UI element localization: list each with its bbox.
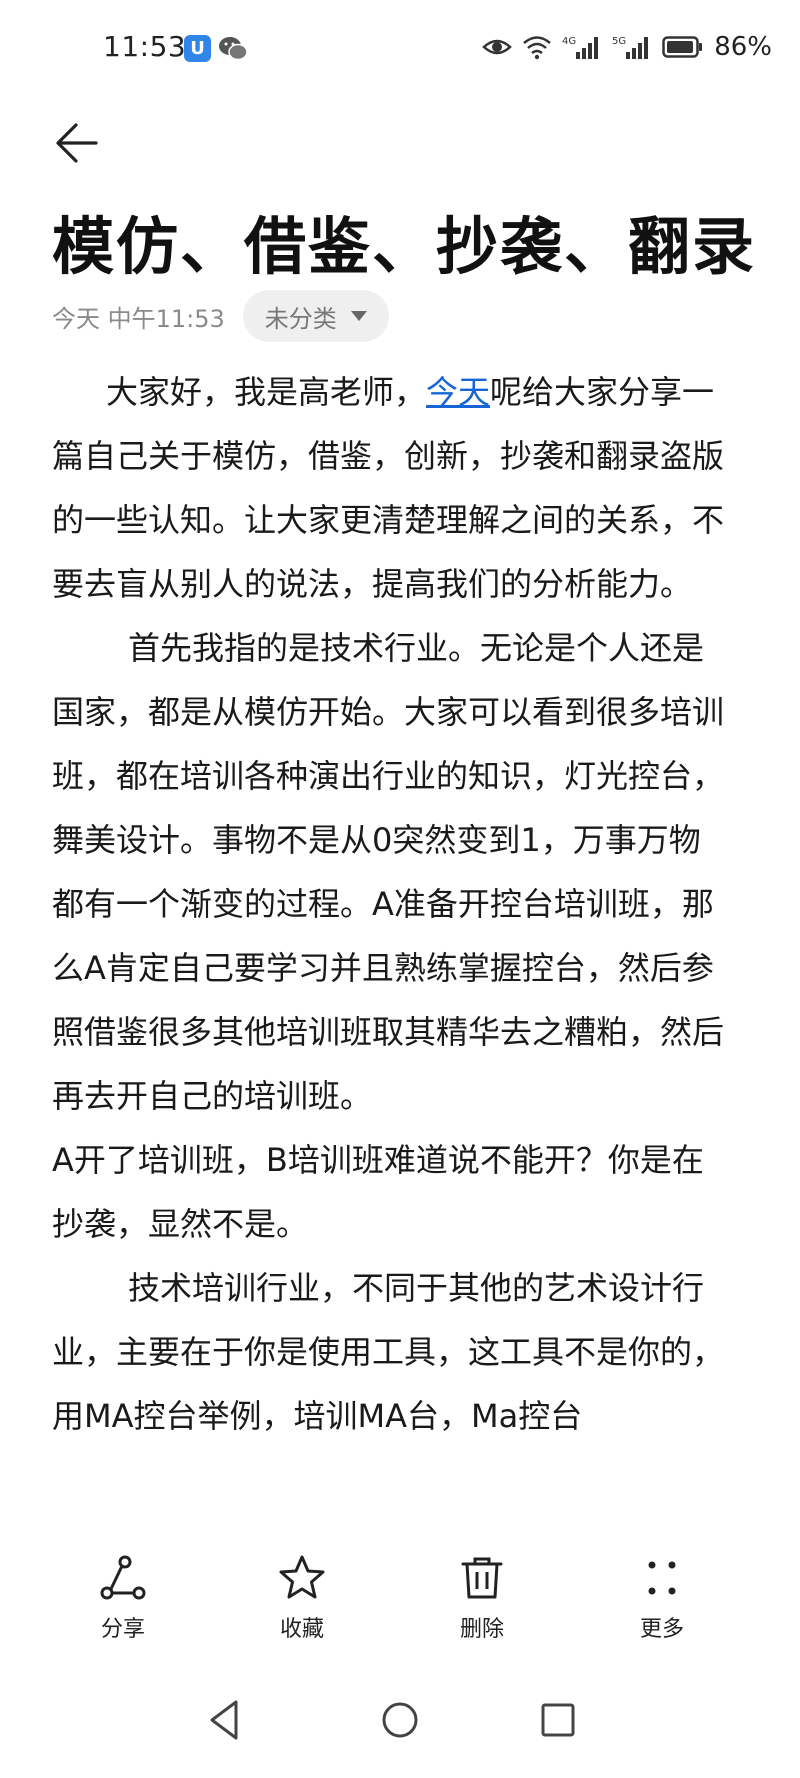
more-label: 更多 bbox=[639, 1617, 684, 1642]
bottom-toolbar: 分享 收藏 删除 更多 bbox=[0, 1535, 800, 1655]
delete-button[interactable]: 删除 bbox=[422, 1553, 542, 1643]
paragraph-4: 技术培训行业，不同于其他的艺术设计行业，主要在于你是使用工具，这工具不是你的，用… bbox=[52, 1269, 725, 1435]
favorite-label: 收藏 bbox=[279, 1617, 324, 1642]
trash-icon bbox=[461, 1557, 503, 1599]
wifi-icon bbox=[523, 36, 552, 60]
share-icon bbox=[100, 1555, 146, 1600]
nav-recents-icon[interactable] bbox=[533, 1695, 583, 1745]
status-time: 11:53 bbox=[103, 30, 187, 63]
battery-icon bbox=[662, 36, 703, 58]
signal-4g-icon: 4G bbox=[562, 36, 599, 59]
share-label: 分享 bbox=[100, 1617, 145, 1642]
more-button[interactable]: 更多 bbox=[602, 1553, 722, 1643]
app-notification-icon: U bbox=[184, 35, 211, 62]
dropdown-caret-icon bbox=[350, 311, 367, 321]
status-bar: 11:53 U 4G 5G 86% bbox=[0, 0, 800, 100]
network-label-4g: 4G bbox=[562, 36, 576, 47]
eye-icon bbox=[482, 39, 513, 55]
date-link[interactable]: 今天 bbox=[426, 373, 490, 411]
more-dots-icon bbox=[648, 1561, 676, 1595]
paragraph-3: A开了培训班，B培训班难道说不能开？你是在抄袭，显然不是。 bbox=[52, 1141, 704, 1243]
note-meta: 今天 中午11:53 未分类 bbox=[52, 290, 389, 342]
paragraph-2: 首先我指的是技术行业。无论是个人还是国家，都是从模仿开始。大家可以看到很多培训班… bbox=[52, 629, 725, 1115]
nav-home-icon[interactable] bbox=[375, 1695, 425, 1745]
category-dropdown[interactable]: 未分类 bbox=[242, 290, 389, 342]
star-icon bbox=[279, 1555, 325, 1599]
wechat-icon bbox=[219, 37, 248, 61]
network-label-5g: 5G bbox=[612, 36, 626, 47]
note-title[interactable]: 模仿、借鉴、抄袭、翻录 bbox=[52, 196, 772, 286]
category-label: 未分类 bbox=[264, 304, 337, 333]
paragraph-1: 大家好，我是高老师，今天呢给大家分享一篇自己关于模仿，借鉴，创新，抄袭和翻录盗版… bbox=[52, 360, 732, 616]
back-arrow-icon[interactable] bbox=[52, 115, 108, 171]
system-nav-bar bbox=[0, 1660, 800, 1778]
nav-back-icon[interactable] bbox=[200, 1695, 250, 1745]
paragraph-1-text-a: 大家好，我是高老师， bbox=[106, 373, 427, 411]
signal-5g-icon: 5G bbox=[612, 36, 649, 59]
note-body[interactable]: 大家好，我是高老师，今天呢给大家分享一篇自己关于模仿，借鉴，创新，抄袭和翻录盗版… bbox=[52, 360, 732, 1535]
status-icons: 4G 5G 86% bbox=[482, 32, 772, 62]
share-button[interactable]: 分享 bbox=[63, 1553, 183, 1643]
note-date: 今天 中午11:53 bbox=[52, 304, 225, 333]
delete-label: 删除 bbox=[459, 1617, 504, 1642]
battery-percentage: 86% bbox=[714, 32, 772, 62]
favorite-button[interactable]: 收藏 bbox=[242, 1553, 362, 1643]
